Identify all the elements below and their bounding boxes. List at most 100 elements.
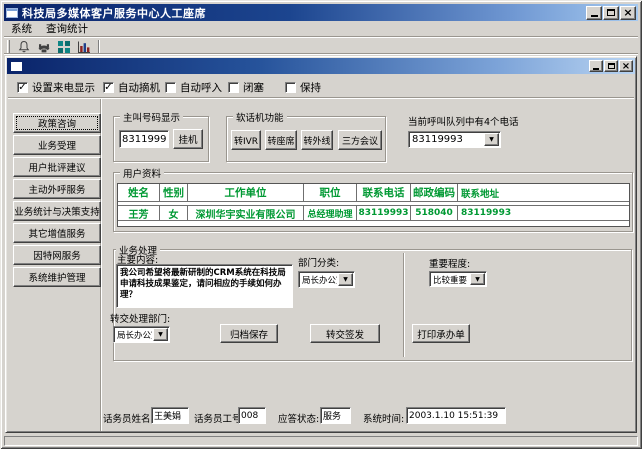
main-content-textarea[interactable]: 我公司希望将最新研制的CRM系统在科技局申请科技成果鉴定，请问相应的手续如何办理… (116, 264, 293, 308)
transfer-selected-value: 局长办公室 (114, 327, 152, 342)
group-inner-divider (403, 253, 405, 357)
sidebar-item-policy-consult[interactable]: 政策咨询 (13, 113, 101, 133)
cell-position: 总经理助理 (304, 206, 357, 220)
transfer-ivr-button[interactable]: 转IVR (231, 130, 261, 150)
checkbox-box[interactable] (165, 82, 176, 93)
queue-selected-value: 83119993 (409, 132, 483, 147)
checkbox-caller-id-display[interactable]: 设置来电显示 (17, 81, 95, 94)
phone-icon[interactable] (35, 39, 53, 54)
maximize-icon (608, 63, 615, 69)
checkbox-auto-call-in[interactable]: 自动呼入 (165, 81, 222, 94)
chevron-down-icon[interactable]: ▼ (470, 273, 485, 285)
cell-work-unit: 深圳华宇实业有限公司 (188, 206, 304, 220)
answer-status-input[interactable] (320, 407, 351, 424)
chevron-down-icon[interactable]: ▼ (338, 273, 353, 286)
cell-postcode: 518040 (411, 206, 458, 220)
maximize-icon (607, 9, 615, 16)
child-close-button[interactable]: × (619, 60, 633, 72)
system-time-input[interactable] (406, 407, 506, 424)
checkbox-label: 自动摘机 (118, 80, 160, 95)
queue-status-label: 当前呼叫队列中有4个电话 (408, 114, 519, 128)
print-form-button[interactable]: 打印承办单 (412, 324, 470, 343)
toolbar (4, 38, 638, 55)
transfer-dept-dropdown[interactable]: 局长办公室 ▼ (113, 326, 170, 343)
app-icon (6, 8, 18, 18)
dept-selected-value: 局长办公室 (299, 272, 337, 287)
checkbox-label: 闭塞 (243, 80, 264, 95)
col-gender: 性别 (160, 184, 188, 201)
bar-chart-icon[interactable] (75, 39, 93, 54)
three-way-conference-button[interactable]: 三方会议 (338, 130, 382, 150)
checkbox-box[interactable] (103, 82, 114, 93)
user-info-table: 姓名 性别 工作单位 职位 联系电话 邮政编码 联系地址 王芳 女 深圳华宇实业… (117, 183, 630, 227)
sidebar-item-system-maintenance[interactable]: 系统维护管理 (13, 267, 101, 287)
menu-system[interactable]: 系统 (4, 20, 39, 39)
chevron-down-icon[interactable]: ▼ (484, 133, 499, 146)
menu-query-stats[interactable]: 查询统计 (39, 20, 95, 39)
sidebar-item-user-feedback[interactable]: 用户批评建议 (13, 157, 101, 177)
system-time-label: 系统时间: (363, 411, 404, 425)
chevron-down-icon[interactable]: ▼ (153, 328, 168, 341)
col-phone: 联系电话 (357, 184, 411, 201)
child-titlebar: × (7, 58, 635, 74)
importance-label: 重要程度: (429, 256, 470, 270)
window-title: 科技局多媒体客户服务中心人工座席 (22, 5, 206, 21)
checkbox-auto-answer[interactable]: 自动摘机 (103, 81, 160, 94)
grid-icon[interactable] (55, 39, 73, 54)
maximize-button[interactable] (603, 6, 619, 20)
col-position: 职位 (304, 184, 357, 201)
operator-id-input[interactable] (238, 407, 266, 424)
sidebar-item-internet-service[interactable]: 因特网服务 (13, 245, 101, 265)
minimize-button[interactable] (586, 6, 602, 20)
sidebar-item-outbound-service[interactable]: 主动外呼服务 (13, 179, 101, 199)
transfer-outside-button[interactable]: 转外线 (301, 130, 333, 150)
checkbox-label: 自动呼入 (180, 80, 222, 95)
queue-dropdown[interactable]: 83119993 ▼ (408, 131, 501, 148)
checkbox-box[interactable] (228, 82, 239, 93)
table-header-row: 姓名 性别 工作单位 职位 联系电话 邮政编码 联系地址 (118, 184, 629, 202)
importance-dropdown[interactable]: 比较重要 ▼ (429, 271, 487, 287)
forward-issue-button[interactable]: 转交签发 (310, 324, 380, 343)
transfer-agent-button[interactable]: 转座席 (265, 130, 297, 150)
status-bar (4, 436, 638, 446)
close-icon: × (622, 62, 630, 71)
cell-gender: 女 (160, 206, 188, 220)
menubar: 系统 查询统计 (4, 21, 638, 38)
toolbar-grip (7, 40, 10, 53)
sidebar-item-value-added[interactable]: 其它增值服务 (13, 223, 101, 243)
cell-phone: 83119993 (357, 206, 411, 220)
cell-name: 王芳 (118, 206, 160, 220)
operator-name-input[interactable] (151, 407, 189, 424)
checkbox-box[interactable] (17, 82, 28, 93)
minimize-icon (593, 68, 599, 70)
minimize-icon (591, 15, 598, 17)
sidebar-item-business-accept[interactable]: 业务受理 (13, 135, 101, 155)
app-window: 科技局多媒体客户服务中心人工座席 × 系统 查询统计 (0, 0, 642, 449)
checkbox-label: 保持 (300, 80, 321, 95)
table-row[interactable]: 王芳 女 深圳华宇实业有限公司 总经理助理 83119993 518040 83… (118, 205, 629, 221)
col-postcode: 邮政编码 (411, 184, 458, 201)
bell-icon[interactable] (15, 39, 33, 54)
col-name: 姓名 (118, 184, 160, 201)
toolbar-separator (98, 40, 100, 53)
sidebar-item-stats-decision[interactable]: 业务统计与决策支持 (13, 201, 101, 221)
operator-name-label: 话务员姓名 (103, 411, 151, 425)
child-maximize-button[interactable] (604, 60, 618, 72)
close-button[interactable]: × (620, 6, 636, 20)
col-work-unit: 工作单位 (188, 184, 304, 201)
importance-selected-value: 比较重要 (430, 272, 469, 286)
child-window-icon (11, 62, 22, 71)
caller-number-input[interactable] (119, 130, 169, 148)
checkbox-hold[interactable]: 保持 (285, 81, 321, 94)
col-address: 联系地址 (458, 184, 629, 201)
group-label: 主叫号码显示 (120, 110, 183, 124)
group-label: 用户资料 (120, 166, 164, 180)
group-label: 软话机功能 (233, 110, 287, 124)
checkbox-block[interactable]: 闭塞 (228, 81, 264, 94)
hangup-button[interactable]: 挂机 (173, 129, 203, 149)
checkbox-box[interactable] (285, 82, 296, 93)
archive-save-button[interactable]: 归档保存 (220, 324, 278, 343)
dept-category-label: 部门分类: (298, 255, 339, 269)
child-minimize-button[interactable] (589, 60, 603, 72)
dept-category-dropdown[interactable]: 局长办公室 ▼ (298, 271, 355, 288)
